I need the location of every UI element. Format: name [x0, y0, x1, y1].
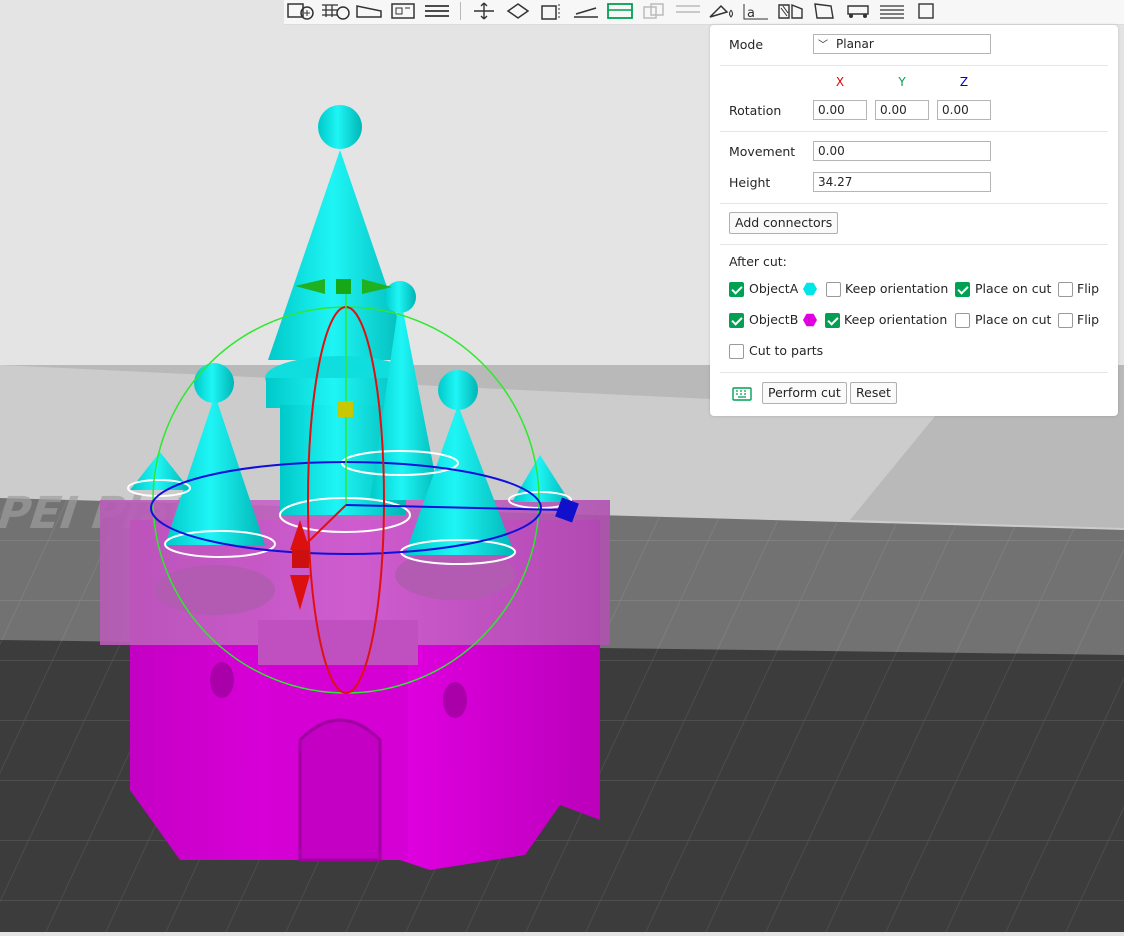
assembly-icon[interactable]	[807, 0, 841, 22]
chevron-down-icon: ﹀	[818, 40, 828, 51]
add-object-icon[interactable]	[284, 0, 318, 22]
cut-panel: Mode ﹀ Planar X Y Z Rotation 0.00 0.00 0.…	[710, 25, 1118, 416]
object-b-place-on-cut-checkbox[interactable]	[955, 313, 970, 328]
seam-paint-icon[interactable]	[705, 0, 739, 22]
object-a-flip-checkbox[interactable]	[1058, 282, 1073, 297]
scale-icon[interactable]	[535, 0, 569, 22]
cut-to-parts-checkbox[interactable]	[729, 344, 744, 359]
reset-button[interactable]: Reset	[850, 382, 897, 404]
object-b-flip-label: Flip	[1077, 312, 1100, 327]
add-connectors-button[interactable]: Add connectors	[729, 212, 839, 234]
object-b-color-icon	[803, 313, 817, 327]
y-handle	[336, 279, 351, 294]
mode-label: Mode	[729, 37, 764, 52]
height-field[interactable]: 34.27	[813, 172, 991, 192]
movement-label: Movement	[729, 144, 796, 159]
object-b-place-on-cut-label: Place on cut	[975, 312, 1052, 327]
z-handle	[292, 550, 309, 568]
place-on-face-icon[interactable]	[569, 0, 603, 22]
object-a-place-on-cut-label: Place on cut	[975, 281, 1052, 296]
object-b-checkbox[interactable]	[729, 313, 744, 328]
top-toolbar: a	[284, 0, 1124, 25]
cut-icon[interactable]	[603, 0, 637, 22]
mode-value: Planar	[836, 37, 874, 51]
variable-layer-icon[interactable]	[875, 0, 909, 22]
mesh-boolean-icon[interactable]	[637, 0, 671, 22]
object-a-checkbox[interactable]	[729, 282, 744, 297]
object-b-keep-orientation-checkbox[interactable]	[825, 313, 840, 328]
layout-icon[interactable]	[386, 0, 420, 22]
movement-field[interactable]: 0.00	[813, 141, 991, 161]
fuzzy-skin-icon[interactable]	[909, 0, 943, 22]
perform-cut-button[interactable]: Perform cut	[762, 382, 847, 404]
object-a-keep-orientation-checkbox[interactable]	[826, 282, 841, 297]
rotation-z-field[interactable]: 0.00	[937, 100, 991, 120]
axis-x-label: X	[835, 75, 845, 89]
rotate-icon[interactable]	[501, 0, 535, 22]
layers-icon[interactable]	[420, 0, 454, 22]
object-a-keep-orientation-label: Keep orientation	[845, 281, 949, 296]
object-a-flip-label: Flip	[1077, 281, 1100, 296]
keyboard-icon[interactable]	[732, 387, 752, 401]
axis-z-label: Z	[959, 75, 969, 89]
object-a-color-icon	[803, 282, 817, 296]
axis-y-label: Y	[898, 75, 906, 89]
measure-icon[interactable]	[841, 0, 875, 22]
object-b-keep-orientation-label: Keep orientation	[844, 312, 948, 327]
cut-to-parts-label: Cut to parts	[749, 343, 824, 358]
support-paint-icon[interactable]	[671, 0, 705, 22]
center-handle	[337, 401, 353, 417]
rotation-x-field[interactable]: 0.00	[813, 100, 867, 120]
orient-icon[interactable]	[352, 0, 386, 22]
rotation-label: Rotation	[729, 103, 782, 118]
object-b-castle-base	[100, 500, 610, 870]
svg-text:a: a	[747, 6, 755, 20]
object-b-label: ObjectB	[749, 312, 799, 327]
rotation-y-field[interactable]: 0.00	[875, 100, 929, 120]
height-label: Height	[729, 175, 771, 190]
object-b-flip-checkbox[interactable]	[1058, 313, 1073, 328]
mode-select[interactable]: ﹀ Planar	[813, 34, 991, 54]
move-icon[interactable]	[467, 0, 501, 22]
object-a-label: ObjectA	[749, 281, 799, 296]
color-paint-icon[interactable]: a	[739, 0, 773, 22]
text-icon[interactable]	[773, 0, 807, 22]
arrange-icon[interactable]	[318, 0, 352, 22]
after-cut-label: After cut:	[729, 254, 787, 269]
object-a-place-on-cut-checkbox[interactable]	[955, 282, 970, 297]
